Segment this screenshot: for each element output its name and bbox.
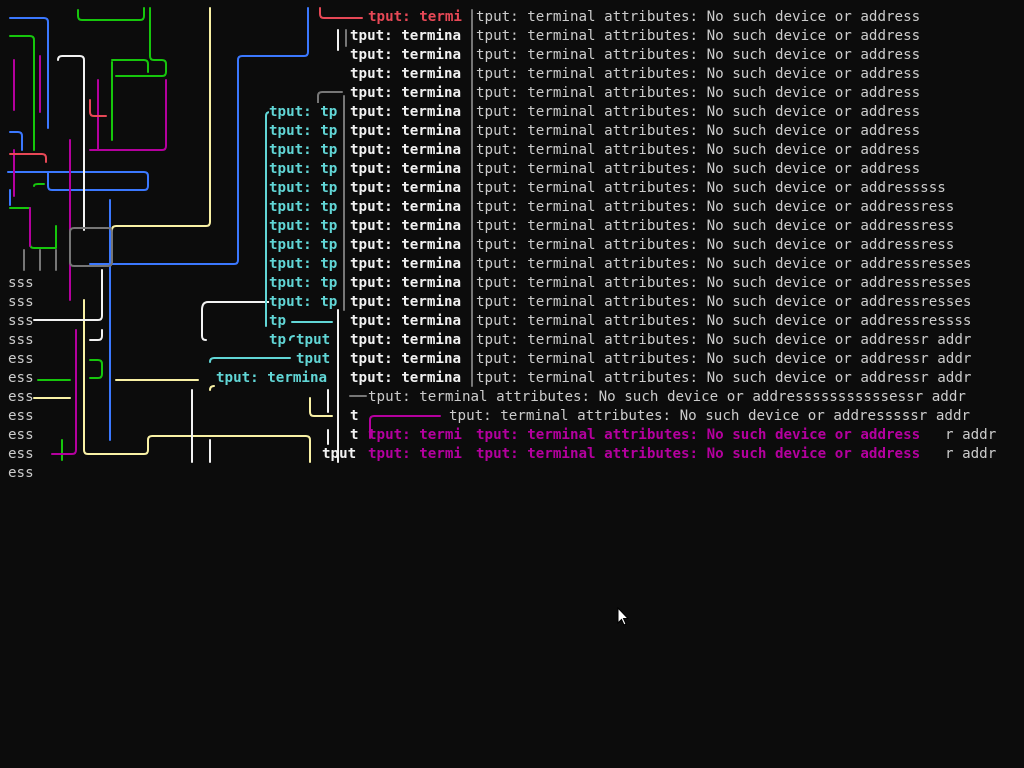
terminal-line: tput: terminal attributes: No such devic… [476,199,955,215]
terminal-line: tput: termina [350,84,462,103]
terminal-line: tput: tp [269,122,338,141]
terminal-line: tput: terminal attributes: No such devic… [476,161,921,177]
terminal-line: tput: tp [269,236,338,255]
terminal-line: tput: terminal attributes: No such devic… [476,85,921,101]
terminal-line: tput: termina [216,370,328,386]
terminal-line: tput: termina [350,350,462,369]
terminal-line: tput: terminal attributes: No such devic… [476,123,921,139]
terminal-line: tp [269,332,287,348]
terminal-line: ess [8,370,34,386]
terminal-line: ess [8,408,34,424]
terminal-line: tput: termina [350,160,462,179]
terminal-line: tput: termina [350,122,462,141]
mouse-pointer-icon [617,607,629,626]
terminal-line: tput: tp [269,274,338,293]
terminal-line: tput: terminal attributes: No such devic… [476,332,972,348]
terminal-line: tput: tp [269,141,338,160]
terminal-line: tput [322,446,357,462]
terminal-line: tput: terminal attributes: No such devic… [476,180,946,196]
terminal-line: tput: termina [350,369,462,388]
terminal-line: ess [8,465,34,481]
terminal-line: tput: terminal attributes: No such devic… [476,427,921,443]
terminal-line: r addr [945,446,997,462]
terminal-line: tput: termina [350,274,462,293]
terminal-line: tp [269,313,287,329]
terminal-line: sss [8,275,34,291]
terminal-line: tput: termina [350,293,462,312]
terminal-line: tput: terminal attributes: No such devic… [476,351,972,367]
terminal-line: tput: tp [269,198,338,217]
terminal-line: tput: terminal attributes: No such devic… [476,142,921,158]
terminal-line: tput: termina [350,141,462,160]
terminal-line: tput: terminal attributes: No such devic… [476,9,921,25]
terminal-line: tput: termi [368,8,462,27]
terminal-line: sss [8,332,34,348]
terminal-line: tput: tp [269,293,338,312]
terminal-line: tput [296,332,331,348]
terminal-line: t [350,427,359,443]
terminal-line: tput: terminal attributes: No such devic… [476,218,955,234]
terminal-line: ess [8,351,34,367]
terminal-line: r addr [945,427,997,443]
terminal-line: tput: termina [350,179,462,198]
terminal-line: tput: terminal attributes: No such devic… [476,294,972,310]
terminal-line: tput: termi [368,446,462,462]
terminal-line: sss [8,294,34,310]
terminal-line: tput: tp [269,160,338,179]
terminal-line: tput: terminal attributes: No such devic… [476,370,972,386]
terminal-line: tput: terminal attributes: No such devic… [476,66,921,82]
terminal-line: tput: terminal attributes: No such devic… [476,104,921,120]
terminal-line: tput [296,351,331,367]
terminal-line: tput: termina [350,312,462,331]
terminal-line: tput: termina [350,255,462,274]
terminal-line: tput: terminal attributes: No such devic… [476,446,921,462]
terminal-line: tput: termina [350,217,462,236]
terminal-line: tput: terminal attributes: No such devic… [476,313,972,329]
terminal-line: tput: termina [350,65,462,84]
terminal-line: tput: termina [350,236,462,255]
terminal-line: tput: terminal attributes: No such devic… [476,256,972,272]
terminal-line: tput: tp [269,179,338,198]
terminal-line: tput: terminal attributes: No such devic… [449,408,971,424]
terminal-line: tput: tp [269,255,338,274]
terminal-line: tput: terminal attributes: No such devic… [476,237,955,253]
terminal-line: tput: tp [269,103,338,122]
terminal-window[interactable]: tput: terminal attributes: No such devic… [0,0,1024,768]
terminal-line: tput: termi [368,427,462,443]
terminal-line: tput: termina [350,27,462,46]
terminal-line: tput: termina [350,103,462,122]
terminal-line: tput: terminal attributes: No such devic… [368,389,966,405]
terminal-line: tput: termina [350,331,462,350]
terminal-line: tput: terminal attributes: No such devic… [476,28,921,44]
terminal-line: sss [8,313,34,329]
terminal-line: tput: termina [350,198,462,217]
terminal-line: tput: terminal attributes: No such devic… [476,275,972,291]
terminal-line: tput: tp [269,217,338,236]
terminal-line: ess [8,427,34,443]
terminal-line: tput: terminal attributes: No such devic… [476,47,921,63]
terminal-line: ess [8,389,34,405]
terminal-line: t [350,408,359,424]
terminal-line: tput: termina [350,46,462,65]
terminal-line: ess [8,446,34,462]
